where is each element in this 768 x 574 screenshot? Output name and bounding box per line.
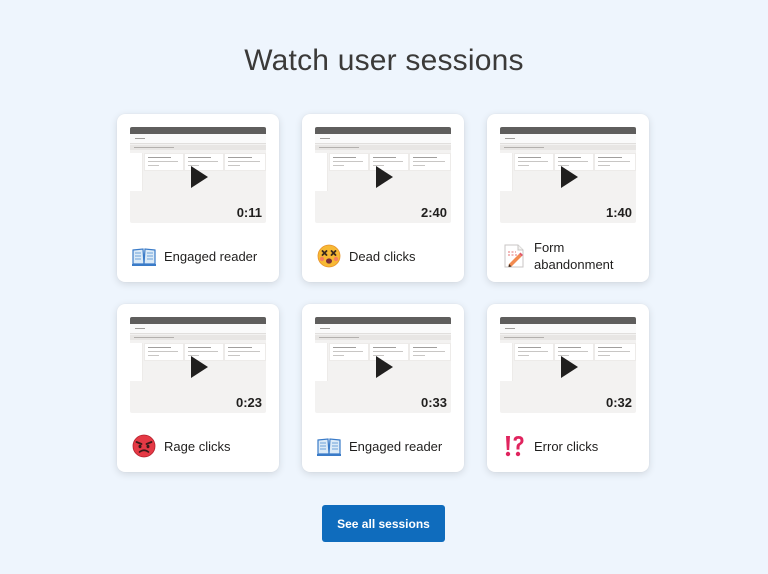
session-card-engaged-reader[interactable]: 0:11 Engaged reader <box>117 114 279 282</box>
play-icon[interactable] <box>376 356 393 378</box>
session-duration: 0:32 <box>605 395 632 410</box>
play-icon[interactable] <box>376 166 393 188</box>
book-icon <box>316 433 342 459</box>
session-card-rage-clicks[interactable]: 0:23 Rage clicks <box>117 304 279 472</box>
dizzy-face-icon <box>316 243 342 269</box>
session-label: Rage clicks <box>164 438 231 454</box>
session-card-engaged-reader-2[interactable]: 0:33 Engaged reader <box>302 304 464 472</box>
session-label: Engaged reader <box>164 248 258 264</box>
see-all-sessions-button[interactable]: See all sessions <box>322 505 445 542</box>
session-label: Error clicks <box>534 438 599 454</box>
play-icon[interactable] <box>561 166 578 188</box>
session-thumbnail[interactable]: 2:40 <box>315 127 451 223</box>
play-icon[interactable] <box>561 356 578 378</box>
session-duration: 2:40 <box>420 205 447 220</box>
session-card-dead-clicks[interactable]: 2:40 Dead clicks <box>302 114 464 282</box>
session-label: Engaged reader <box>349 438 443 454</box>
session-thumbnail[interactable]: 0:32 <box>500 317 636 413</box>
page-title: Watch user sessions <box>244 44 524 77</box>
angry-face-icon <box>131 433 157 459</box>
session-thumbnail[interactable]: 1:40 <box>500 127 636 223</box>
session-thumbnail[interactable]: 0:23 <box>130 317 266 413</box>
session-thumbnail[interactable]: 0:11 <box>130 127 266 223</box>
exclamation-question-icon <box>501 433 527 459</box>
play-icon[interactable] <box>191 356 208 378</box>
session-card-form-abandonment[interactable]: 1:40 Form abandonment <box>487 114 649 282</box>
form-pencil-icon <box>501 243 527 269</box>
session-card-error-clicks[interactable]: 0:32 Error clicks <box>487 304 649 472</box>
book-icon <box>131 243 157 269</box>
session-duration: 0:11 <box>236 205 262 220</box>
session-label: Form abandonment <box>534 240 614 272</box>
session-duration: 0:33 <box>420 395 447 410</box>
play-icon[interactable] <box>191 166 208 188</box>
session-duration: 1:40 <box>605 205 632 220</box>
session-label: Dead clicks <box>349 248 416 264</box>
session-duration: 0:23 <box>235 395 262 410</box>
session-thumbnail[interactable]: 0:33 <box>315 317 451 413</box>
